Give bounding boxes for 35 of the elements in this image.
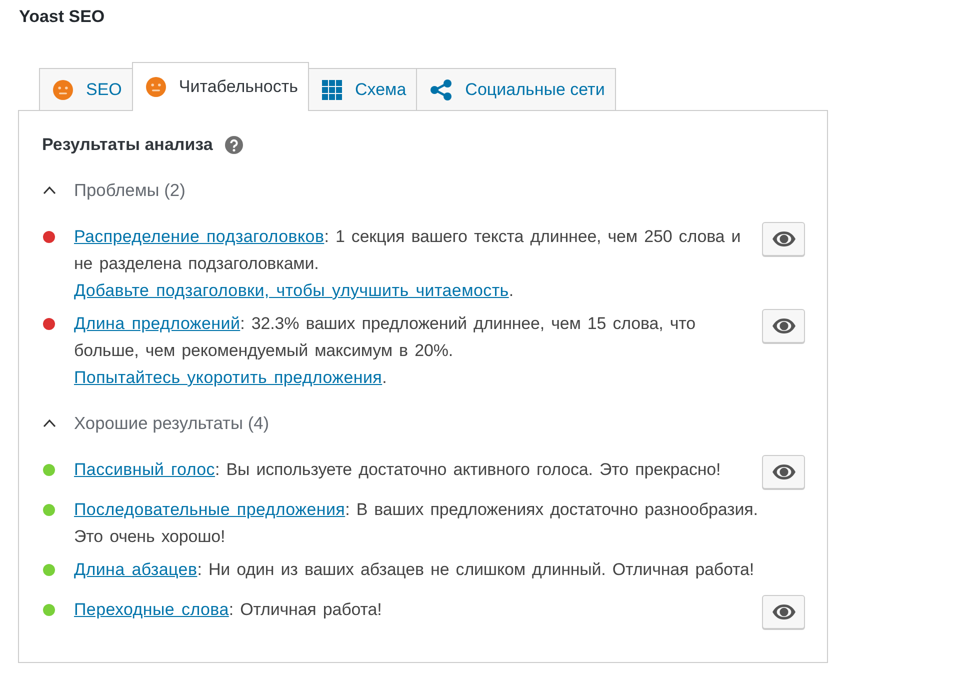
result-link[interactable]: Добавьте подзаголовки, чтобы улучшить читаемость [74, 281, 509, 300]
eye-icon [772, 464, 796, 480]
tab[interactable]: SEO [39, 68, 133, 110]
tab[interactable]: Схема [308, 68, 418, 110]
section-toggle[interactable]: Проблемы (2) [42, 177, 186, 204]
result-text: Последовательные предложения: В ваших предложениях достаточно разнообразия. Это очень хорошо! [74, 499, 759, 548]
highlight-button[interactable] [762, 455, 805, 489]
chevron-icon [43, 419, 56, 428]
result-text: Длина предложений: 32.3% ваших предложений длиннее, чем 15 слова, что больше, чем рекомендуемый максимум в 20%. Попытайтесь укоротить предложения. [74, 313, 696, 389]
highlight-button[interactable] [762, 595, 805, 629]
eye-icon [772, 231, 796, 247]
result-text: Переходные слова: Отличная работа! [74, 599, 383, 621]
section-toggle[interactable]: Хорошие результаты (4) [42, 410, 270, 437]
result-link[interactable]: Распределение подзаголовков [74, 227, 324, 246]
result-link[interactable]: Пассивный голос [74, 460, 215, 479]
page-title: Yoast SEO [19, 7, 105, 27]
highlight-button[interactable] [762, 309, 805, 343]
chevron-icon [43, 186, 56, 195]
grid-icon [322, 80, 342, 100]
share-icon [430, 78, 452, 100]
result-link[interactable]: Последовательные предложения [74, 500, 346, 519]
highlight-button[interactable] [762, 222, 805, 256]
result-link[interactable]: Попытайтесь укоротить предложения [74, 368, 382, 387]
panel-heading: Результаты анализа [42, 135, 213, 155]
result-text: Распределение подзаголовков: 1 секция вашего текста длиннее, чем 250 слова и не разделена подзаголовками. Добавьте подзаголовки, чтобы улучшить читаемость. [74, 226, 742, 302]
result-link[interactable]: Переходные слова [74, 600, 229, 619]
tab[interactable]: Читабельность [132, 62, 309, 111]
tab[interactable]: Социальные сети [416, 68, 616, 110]
result-link[interactable]: Длина абзацев [74, 560, 198, 579]
result-text: Пассивный голос: Вы используете достаточно активного голоса. Это прекрасно! [74, 459, 722, 481]
eye-icon [772, 604, 796, 620]
result-text: Длина абзацев: Ни один из ваших абзацев не слишком длинный. Отличная работа! [74, 559, 756, 581]
result-link[interactable]: Длина предложений [74, 314, 240, 333]
help-icon[interactable] [224, 136, 243, 154]
eye-icon [772, 318, 796, 334]
